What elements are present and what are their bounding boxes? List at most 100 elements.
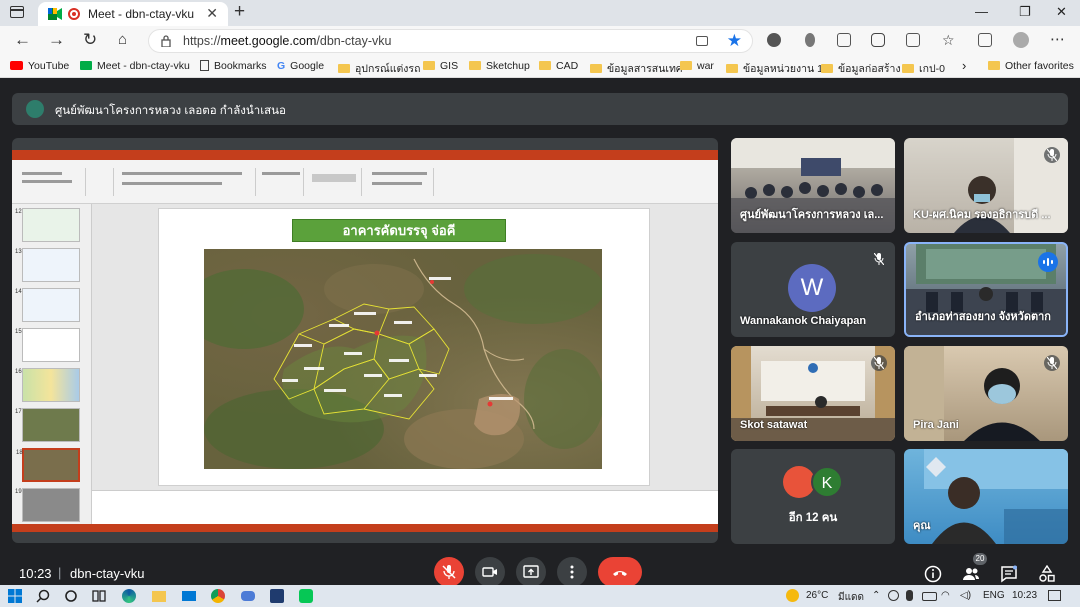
camera-permission-icon[interactable] bbox=[696, 36, 708, 46]
bookmark-youtube[interactable]: YouTube bbox=[10, 60, 69, 72]
file-explorer-icon[interactable] bbox=[152, 591, 166, 602]
zoom-icon[interactable] bbox=[241, 591, 255, 601]
bookmark-folder[interactable]: CAD bbox=[539, 60, 578, 72]
bookmark-google[interactable]: G Google bbox=[277, 60, 324, 72]
slide-thumbnail[interactable]: 15 bbox=[15, 328, 80, 362]
url-host: meet.google.com bbox=[220, 34, 317, 48]
tray-app-icon[interactable] bbox=[888, 590, 899, 601]
windows-start-icon[interactable] bbox=[8, 589, 22, 603]
chrome-icon[interactable] bbox=[211, 589, 225, 603]
slide-number: 17 bbox=[15, 409, 22, 415]
forward-icon[interactable]: → bbox=[48, 30, 65, 50]
new-tab-button[interactable]: + bbox=[234, 1, 245, 23]
mail-icon[interactable] bbox=[182, 591, 196, 601]
camera-toggle-button[interactable] bbox=[475, 557, 505, 587]
more-options-button[interactable] bbox=[557, 557, 587, 587]
extension-chat-icon[interactable] bbox=[871, 33, 885, 47]
speaker-notes-pane[interactable] bbox=[92, 490, 718, 524]
extension-screen-icon[interactable] bbox=[837, 33, 851, 47]
people-icon[interactable] bbox=[962, 565, 980, 583]
participant-tile-speaking[interactable]: อำเภอท่าสองยาง จังหวัดตาก bbox=[904, 242, 1068, 337]
collections-icon[interactable] bbox=[978, 33, 992, 47]
satellite-map-image bbox=[204, 249, 602, 469]
slide-thumbnail[interactable]: 12 bbox=[15, 208, 80, 242]
slide-thumbnail-selected[interactable]: 18 bbox=[16, 448, 80, 482]
settings-more-icon[interactable]: ⋯ bbox=[1050, 30, 1065, 48]
participant-avatar: K bbox=[811, 466, 843, 498]
weather-temperature[interactable]: 26°C bbox=[806, 590, 828, 601]
participant-tile[interactable]: W Wannakanok Chaiyapan bbox=[731, 242, 895, 337]
meeting-info-icon[interactable] bbox=[924, 565, 942, 583]
profile-avatar[interactable] bbox=[1013, 32, 1029, 48]
edge-taskbar-icon[interactable] bbox=[122, 589, 136, 603]
tab-close-icon[interactable]: ✕ bbox=[206, 5, 218, 22]
slide-thumbnail[interactable]: 14 bbox=[15, 288, 80, 322]
refresh-icon[interactable]: ↻ bbox=[83, 30, 97, 50]
tab-actions-icon[interactable] bbox=[10, 6, 24, 18]
more-vert-icon bbox=[570, 565, 574, 579]
url-text: https://meet.google.com/dbn-ctay-vku bbox=[183, 34, 391, 48]
extension-lightbulb-icon[interactable] bbox=[805, 33, 815, 47]
bookmark-label: ข้อมูลหน่วยงาน 1 bbox=[743, 63, 823, 75]
slide-thumbnail[interactable]: 17 bbox=[15, 408, 80, 442]
home-icon[interactable]: ⌂ bbox=[118, 31, 127, 48]
ribbon-group bbox=[306, 168, 362, 196]
extensions-puzzle-icon[interactable] bbox=[906, 33, 920, 47]
bookmark-folder[interactable]: อุปกรณ์แต่งรถ bbox=[338, 60, 420, 77]
weather-description[interactable]: มีแดด bbox=[838, 590, 864, 605]
bookmark-folder[interactable]: ข้อมูลหน่วยงาน 1 bbox=[726, 60, 823, 77]
mic-off-icon bbox=[442, 565, 456, 579]
address-bar[interactable]: https://meet.google.com/dbn-ctay-vku ★ bbox=[148, 29, 753, 53]
participant-tile[interactable]: Pira Jani bbox=[904, 346, 1068, 441]
minimize-button[interactable]: — bbox=[975, 4, 988, 19]
tray-overflow-icon[interactable]: ⌃ bbox=[872, 590, 880, 601]
bookmark-folder[interactable]: ข้อมูลก่อสร้าง bbox=[821, 60, 901, 77]
self-tile[interactable]: คุณ bbox=[904, 449, 1068, 544]
leave-call-button[interactable] bbox=[598, 557, 642, 587]
participant-tile[interactable]: KU-ผศ.นิคม รองอธิการบดี ... bbox=[904, 138, 1068, 233]
bookmark-folder[interactable]: Sketchup bbox=[469, 60, 530, 72]
extension-icon[interactable] bbox=[767, 33, 781, 47]
participant-tile[interactable]: Skot satawat bbox=[731, 346, 895, 441]
speaking-indicator-icon bbox=[1038, 252, 1058, 272]
muted-mic-icon bbox=[871, 355, 887, 371]
present-icon bbox=[523, 565, 539, 578]
notifications-icon[interactable] bbox=[1048, 590, 1061, 601]
battery-icon[interactable] bbox=[922, 592, 937, 601]
task-view-icon[interactable] bbox=[92, 589, 106, 603]
taskbar-clock[interactable]: 10:23 bbox=[1012, 590, 1037, 601]
microphone-toggle-button[interactable] bbox=[434, 557, 464, 587]
bookmark-folder[interactable]: เกป-0 bbox=[902, 60, 945, 77]
participant-tile[interactable]: ศูนย์พัฒนาโครงการหลวง เล... bbox=[731, 138, 895, 233]
bookmark-folder[interactable]: war bbox=[680, 60, 714, 72]
close-window-button[interactable]: ✕ bbox=[1056, 4, 1067, 20]
restore-button[interactable]: ❐ bbox=[1019, 4, 1031, 20]
tray-microphone-icon[interactable] bbox=[906, 590, 913, 601]
favorites-icon[interactable]: ☆ bbox=[942, 32, 955, 49]
wifi-icon[interactable]: ◠ bbox=[941, 590, 950, 601]
input-language[interactable]: ENG bbox=[983, 590, 1005, 601]
activities-icon[interactable] bbox=[1038, 565, 1056, 583]
app-icon[interactable] bbox=[270, 589, 284, 603]
other-favorites[interactable]: Other favorites bbox=[988, 60, 1074, 72]
favorite-star-icon[interactable]: ★ bbox=[727, 31, 742, 51]
present-screen-button[interactable] bbox=[516, 557, 546, 587]
other-participants-tile[interactable]: K อีก 12 คน bbox=[731, 449, 895, 544]
search-icon[interactable] bbox=[36, 589, 50, 603]
tab-meet[interactable]: Meet - dbn-ctay-vku ✕ bbox=[38, 2, 228, 26]
bookmark-bookmarks[interactable]: Bookmarks bbox=[200, 60, 267, 72]
weather-sun-icon[interactable] bbox=[786, 589, 799, 602]
cortana-icon[interactable] bbox=[64, 589, 78, 603]
line-app-icon[interactable] bbox=[299, 589, 313, 603]
bookmark-folder[interactable]: ข้อมูลสารสนเทศ bbox=[590, 60, 683, 77]
slide-thumbnail[interactable]: 13 bbox=[15, 248, 80, 282]
back-icon[interactable]: ← bbox=[14, 30, 31, 50]
slide-thumbnail[interactable]: 19 bbox=[15, 488, 80, 522]
bookmark-meet[interactable]: Meet - dbn-ctay-vku bbox=[80, 60, 190, 72]
volume-icon[interactable]: ◁) bbox=[960, 590, 971, 601]
chat-icon[interactable] bbox=[1000, 565, 1018, 583]
bookmark-folder[interactable]: GIS bbox=[423, 60, 458, 72]
slide-thumbnail[interactable]: 16 bbox=[15, 368, 80, 402]
bookmarks-more-icon[interactable]: › bbox=[962, 58, 966, 73]
google-icon: G bbox=[277, 60, 286, 72]
